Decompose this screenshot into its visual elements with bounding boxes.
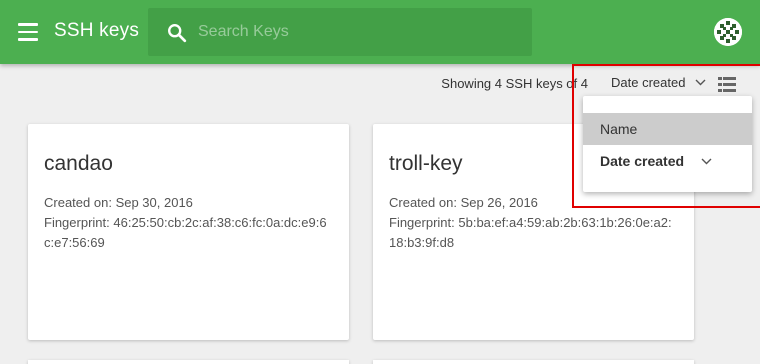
- sort-menu: Name Date created: [583, 96, 752, 192]
- chevron-down-icon: [701, 158, 712, 165]
- menu-icon[interactable]: [18, 23, 38, 41]
- result-count: Showing 4 SSH keys of 4: [441, 76, 588, 91]
- page-title: SSH keys: [54, 20, 140, 41]
- search-input[interactable]: [198, 8, 518, 56]
- avatar-icon: [714, 18, 742, 46]
- sort-option-date-created[interactable]: Date created: [583, 145, 752, 177]
- search-icon: [168, 24, 187, 43]
- search-box[interactable]: [148, 8, 532, 56]
- sort-dropdown[interactable]: Date created: [611, 75, 706, 90]
- fingerprint: Fingerprint: 46:25:50:cb:2c:af:38:c6:fc:…: [44, 215, 327, 250]
- ssh-key-card-partial[interactable]: [28, 360, 349, 364]
- avatar[interactable]: [714, 18, 742, 46]
- sort-option-name[interactable]: Name: [583, 113, 752, 145]
- sort-label: Date created: [611, 75, 686, 90]
- app-header: SSH keys: [0, 0, 760, 64]
- list-view-icon[interactable]: [718, 77, 736, 92]
- chevron-down-icon: [695, 79, 706, 86]
- fingerprint: Fingerprint: 5b:ba:ef:a4:59:ab:2b:63:1b:…: [389, 215, 672, 250]
- created-on: Created on: Sep 30, 2016: [44, 195, 193, 210]
- key-name: candao: [44, 152, 113, 175]
- ssh-key-card-partial[interactable]: [373, 360, 694, 364]
- created-on: Created on: Sep 26, 2016: [389, 195, 538, 210]
- ssh-key-card[interactable]: candao Created on: Sep 30, 2016 Fingerpr…: [28, 124, 349, 340]
